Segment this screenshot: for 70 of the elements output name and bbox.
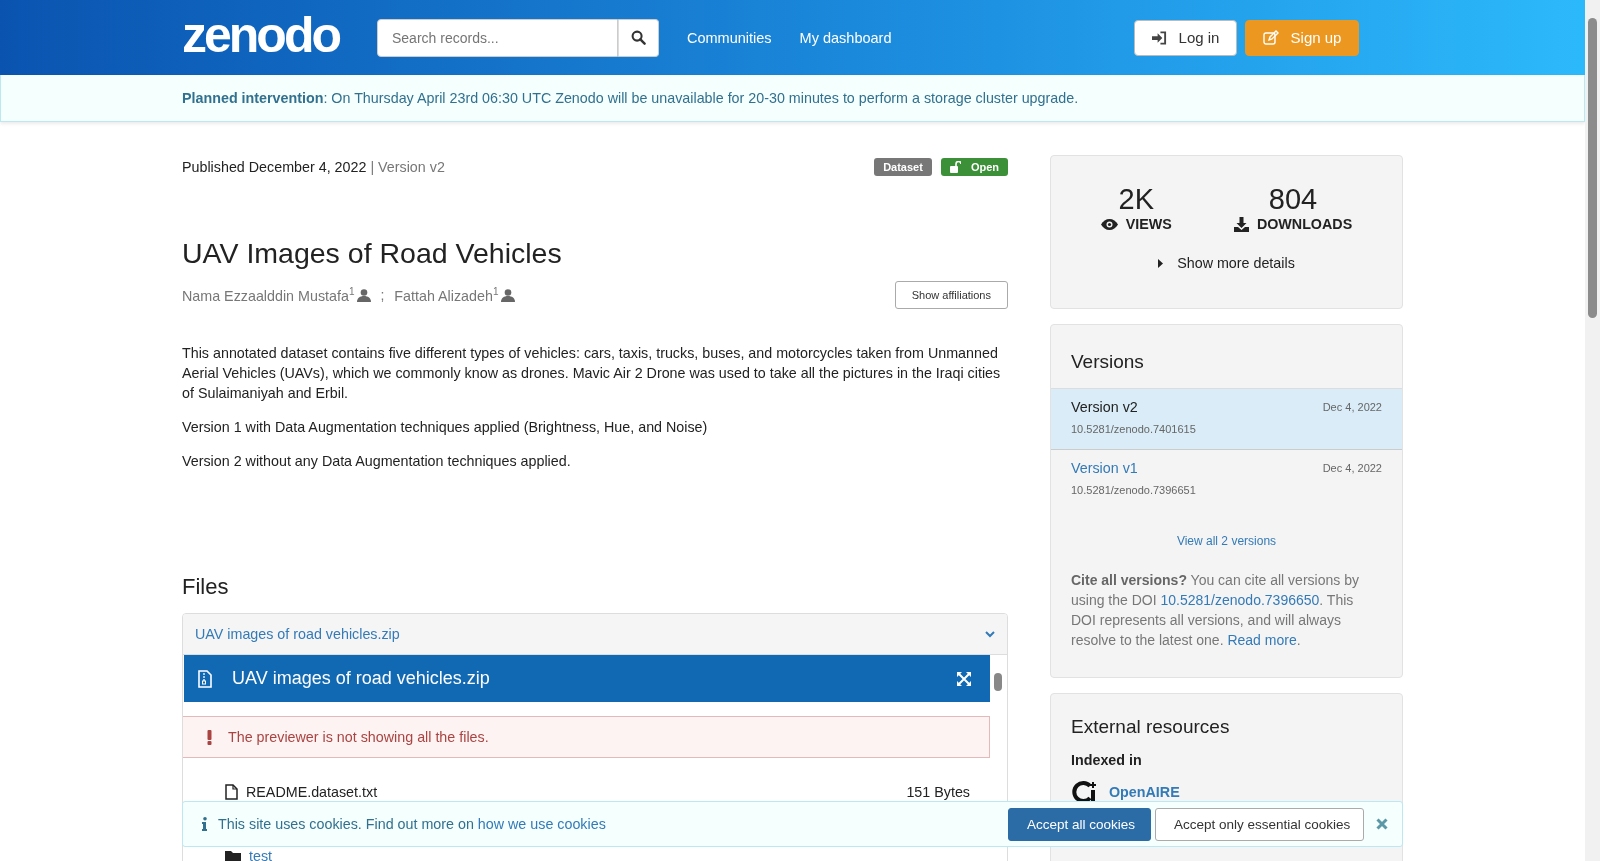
expand-icon[interactable]	[956, 670, 972, 687]
cookie-policy-link[interactable]: how we use cookies	[477, 816, 606, 832]
stat-label: DOWNLOADS	[1233, 216, 1353, 232]
caret-right-icon	[1158, 258, 1164, 268]
stat-value: 2K	[1118, 184, 1155, 214]
folder-link[interactable]: test	[249, 849, 273, 861]
user-icon	[501, 288, 516, 302]
user-icon	[357, 288, 372, 302]
accept-all-cookies-button[interactable]: Accept all cookies	[1008, 807, 1151, 841]
record-title: UAV Images of Road Vehicles	[182, 237, 563, 270]
indexer-link[interactable]: OpenAIRE	[1109, 784, 1180, 800]
file-icon	[225, 784, 238, 800]
search-button[interactable]	[618, 18, 659, 57]
version-item[interactable]: Version v1 Dec 4, 2022 10.5281/zenodo.7396651	[1051, 450, 1402, 510]
site-logo[interactable]: zenodo	[182, 9, 339, 60]
folder-icon	[225, 849, 241, 861]
edit-icon	[1262, 30, 1279, 45]
description-paragraph: This annotated dataset contains five different types of vehicles: cars, taxis, trucks, buses, and motorcycles taken from Unmanned Aerial Vehicles (UAVs), which we commonly know as drones. Mavic Air 2 Drone was used to take all the pictures in the Iraqi cities of Sulaimaniyah and Erbil.	[182, 344, 1002, 403]
version-label: | Version v2	[370, 159, 445, 175]
search-icon	[631, 30, 646, 45]
version-date: Dec 4, 2022	[1322, 401, 1382, 413]
nav-link[interactable]: Communities	[687, 29, 772, 46]
version-date: Dec 4, 2022	[1322, 462, 1382, 474]
file-zip-icon	[198, 669, 212, 688]
view-all-versions-link[interactable]: View all 2 versions	[1176, 534, 1277, 548]
author-separator: ;	[380, 287, 385, 303]
exclamation-icon	[207, 729, 212, 745]
close-icon[interactable]	[1376, 818, 1388, 830]
show-more-details-toggle[interactable]: Show more details	[1051, 254, 1402, 272]
sign-in-icon	[1151, 30, 1167, 45]
stat-label: VIEWS	[1100, 216, 1172, 232]
publication-date: Published December 4, 2022	[182, 159, 367, 175]
search-field[interactable]: Search records...	[377, 18, 618, 57]
description-paragraph: Version 1 with Data Augmentation techniques applied (Brightness, Hue, and Noise)	[182, 418, 709, 437]
access-badge: Open	[940, 158, 1008, 176]
cookie-notice-text: This site uses cookies. Find out more on how we use cookies	[218, 816, 606, 832]
author-name[interactable]: Fattah Alizadeh$^{1}$	[394, 286, 499, 304]
version-doi: 10.5281/zenodo.7401615	[1071, 423, 1197, 435]
announcement-text: Planned intervention: On Thursday April 23rd 06:30 UTC Zenodo will be unavailable for 20-30 minutes to perform a storage cluster upgrade.	[182, 90, 1079, 106]
scrollbar[interactable]	[1585, 0, 1600, 861]
log-in-button[interactable]: Log in	[1134, 19, 1237, 56]
chevron-down-icon[interactable]	[985, 630, 995, 638]
external-resources-heading: External resources	[1071, 716, 1231, 738]
files-panel-header[interactable]: UAV images of road vehicles.zip	[183, 614, 1007, 655]
indexed-in-label: Indexed in	[1071, 752, 1143, 768]
show-affiliations-button[interactable]: Show affiliations	[894, 281, 1008, 309]
version-link[interactable]: Version v1	[1071, 460, 1138, 476]
download-icon	[1233, 216, 1249, 232]
description-paragraph: Version 2 without any Data Augmentation techniques applied.	[182, 452, 572, 471]
stat-value: 804	[1268, 184, 1318, 214]
cite-paragraph: Cite all versions? You can cite all versions by using the DOI 10.5281/zenodo.7396650. This DOI represents all versions, and will always resolve to the latest one. Read more.	[1071, 571, 1360, 650]
nav-link[interactable]: My dashboard	[799, 29, 892, 46]
file-size: 151 Bytes	[906, 785, 970, 799]
version-item[interactable]: Version v2 Dec 4, 2022 10.5281/zenodo.7401615	[1051, 388, 1402, 450]
alert-text: The previewer is not showing all the files.	[228, 729, 489, 745]
preview-title: UAV images of road vehicles.zip	[232, 668, 491, 689]
eye-icon	[1100, 218, 1118, 230]
author-name[interactable]: Nama Ezzaalddin Mustafa$^{1}$	[182, 286, 355, 304]
accept-essential-cookies-button[interactable]: Accept only essential cookies	[1155, 807, 1364, 841]
version-doi: 10.5281/zenodo.7396651	[1071, 484, 1197, 496]
files-heading: Files	[182, 574, 230, 600]
cite-link[interactable]: Read more	[1227, 632, 1297, 648]
file-link[interactable]: UAV images of road vehicles.zip	[195, 626, 400, 642]
unlock-icon	[949, 161, 961, 173]
file-name: README.dataset.txt	[246, 785, 378, 799]
version-label: Version v2	[1071, 399, 1138, 415]
versions-heading: Versions	[1071, 351, 1145, 373]
openaire-logo-icon	[1071, 780, 1099, 804]
resource-type-badge: Dataset	[874, 158, 932, 176]
info-icon	[202, 817, 207, 831]
